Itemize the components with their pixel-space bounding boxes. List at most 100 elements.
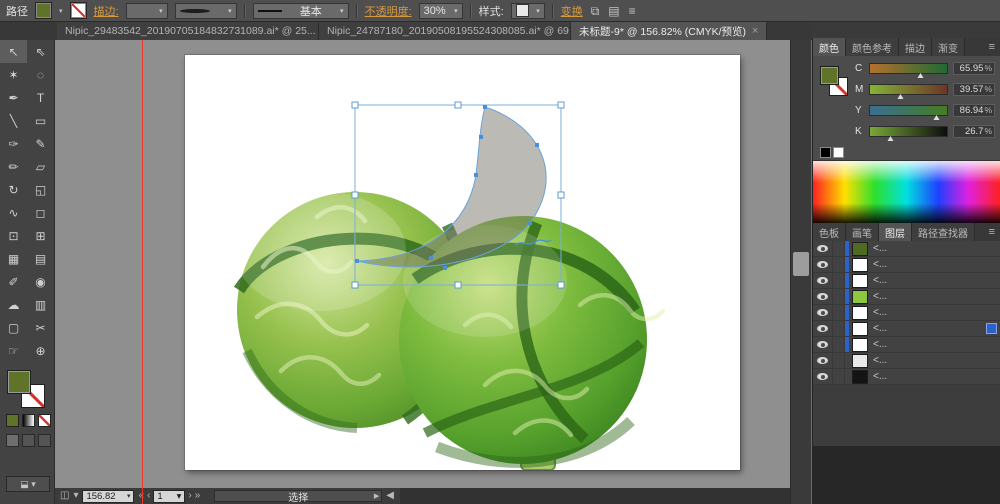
stroke-weight-dropdown[interactable]: ▾ [126,3,168,19]
layer-label[interactable]: <... [873,339,887,350]
slice-tool[interactable]: ✂ [27,316,54,339]
draw-inside-button[interactable] [38,434,51,447]
artboard[interactable] [185,55,740,470]
eye-icon[interactable] [813,321,833,336]
toolbar-fill-swatch[interactable] [7,370,31,394]
document-tab-3-active[interactable]: 未标题-9* @ 156.82% (CMYK/预览) × [571,22,767,40]
shape-builder-tool[interactable]: ⊡ [0,224,27,247]
white-swatch[interactable] [833,147,844,158]
layer-label[interactable]: <... [873,371,887,382]
cyan-slider-thumb[interactable] [917,73,923,78]
opacity-dropdown[interactable]: 30%▾ [419,3,463,19]
document-tab-2[interactable]: Nipic_24787180_20190508195524308085.ai* … [319,22,571,40]
yellow-value-field[interactable]: 86.94% [953,104,995,117]
draw-behind-button[interactable] [22,434,35,447]
status-readout[interactable]: 选择 ▶ [214,490,382,502]
zoom-field[interactable]: 156.82▾ [82,490,134,503]
layer-label[interactable]: <... [873,275,887,286]
artboard-number-field[interactable]: 1▾ [153,490,185,503]
layer-label[interactable]: <... [873,259,887,270]
eye-icon[interactable] [813,273,833,288]
isolate-selection-icon[interactable]: ⧉ [590,5,601,17]
fill-color-swatch[interactable] [35,2,52,19]
selection-indicator[interactable] [987,324,996,333]
tab-pathfinder[interactable]: 路径查找器 [912,223,975,241]
layer-row[interactable]: <... [813,353,1000,369]
layer-label[interactable]: <... [873,355,887,366]
document-tab-1[interactable]: Nipic_29483542_20190705184832731089.ai* … [57,22,319,40]
hand-tool[interactable]: ☞ [0,339,27,362]
layer-row-selected[interactable]: <... [813,321,1000,337]
width-tool[interactable]: ∿ [0,201,27,224]
cyan-slider[interactable] [869,63,948,74]
column-graph-tool[interactable]: ▥ [27,293,54,316]
black-slider-thumb[interactable] [887,136,893,141]
yellow-slider-thumb[interactable] [933,115,939,120]
fill-dropdown-arrow[interactable]: ▾ [59,7,63,15]
vertical-scrollbar-thumb[interactable] [793,252,809,276]
eyedropper-tool[interactable]: ✐ [0,270,27,293]
layer-row[interactable]: <... [813,305,1000,321]
line-tool[interactable]: ╲ [0,109,27,132]
screen-mode-button[interactable]: ⬓ ▾ [6,476,50,492]
tab-layers[interactable]: 图层 [879,223,912,241]
lasso-tool[interactable]: ◌ [27,63,54,86]
pencil-tool[interactable]: ✎ [27,132,54,155]
color-button[interactable] [6,414,19,427]
symbol-sprayer-tool[interactable]: ☁ [0,293,27,316]
guide-line-left[interactable] [142,40,143,504]
blend-tool[interactable]: ◉ [27,270,54,293]
layer-row[interactable]: <... [813,241,1000,257]
artboard-tool[interactable]: ▢ [0,316,27,339]
canvas-scrollbar-track[interactable] [790,40,812,504]
status-dropdown-icon[interactable]: ▾ [73,491,78,501]
magenta-slider-thumb[interactable] [897,94,903,99]
yellow-slider[interactable] [869,105,948,116]
layer-label[interactable]: <... [873,243,887,254]
magic-wand-tool[interactable]: ✶ [0,63,27,86]
guide-line-right[interactable] [811,40,812,504]
tab-stroke[interactable]: 描边 [899,38,932,56]
eraser-tool[interactable]: ▱ [27,155,54,178]
status-menu-icon[interactable]: ◫ [60,491,69,501]
brush-definition-dropdown[interactable]: 基本 ▾ [253,3,349,19]
transform-link[interactable]: 变换 [561,3,583,19]
cyan-value-field[interactable]: 65.95% [953,62,995,75]
tab-color[interactable]: 颜色 [813,38,846,56]
layer-row[interactable]: <... [813,337,1000,353]
style-dropdown[interactable]: ▾ [511,3,545,19]
status-arrow-icon[interactable]: ▶ [374,492,379,500]
canvas[interactable] [55,40,790,488]
layer-label[interactable]: <... [873,323,887,334]
direct-selection-tool[interactable]: ⇖ [27,40,54,63]
eye-icon[interactable] [813,305,833,320]
width-profile-dropdown[interactable]: ▾ [175,3,237,19]
eye-icon[interactable] [813,369,833,384]
last-artboard-icon[interactable]: » [195,491,201,501]
panel-menu-icon[interactable]: ≡ [984,223,1000,241]
eye-icon[interactable] [813,241,833,256]
none-button[interactable] [38,414,51,427]
black-slider[interactable] [869,126,948,137]
previous-artboard-icon[interactable]: ‹ [147,491,150,501]
pen-tool[interactable]: ✒ [0,86,27,109]
gradient-button[interactable] [22,414,35,427]
eye-icon[interactable] [813,353,833,368]
stroke-link[interactable]: 描边: [94,3,119,19]
layer-label[interactable]: <... [873,307,887,318]
rotate-tool[interactable]: ↻ [0,178,27,201]
panel-menu-icon[interactable]: ≡ [984,38,1000,56]
panel-fill-indicator[interactable] [820,66,839,85]
tab-color-guide[interactable]: 颜色参考 [846,38,899,56]
black-swatch[interactable] [820,147,831,158]
color-spectrum[interactable] [813,160,1000,223]
next-artboard-icon[interactable]: › [188,491,191,501]
horizontal-scrollbar-track[interactable] [400,488,790,504]
tab-swatches[interactable]: 色板 [813,223,846,241]
stroke-color-swatch[interactable] [70,2,87,19]
perspective-grid-tool[interactable]: ⊞ [27,224,54,247]
scale-tool[interactable]: ◱ [27,178,54,201]
layer-row[interactable]: <... [813,257,1000,273]
eye-icon[interactable] [813,337,833,352]
layer-row[interactable]: <... [813,273,1000,289]
